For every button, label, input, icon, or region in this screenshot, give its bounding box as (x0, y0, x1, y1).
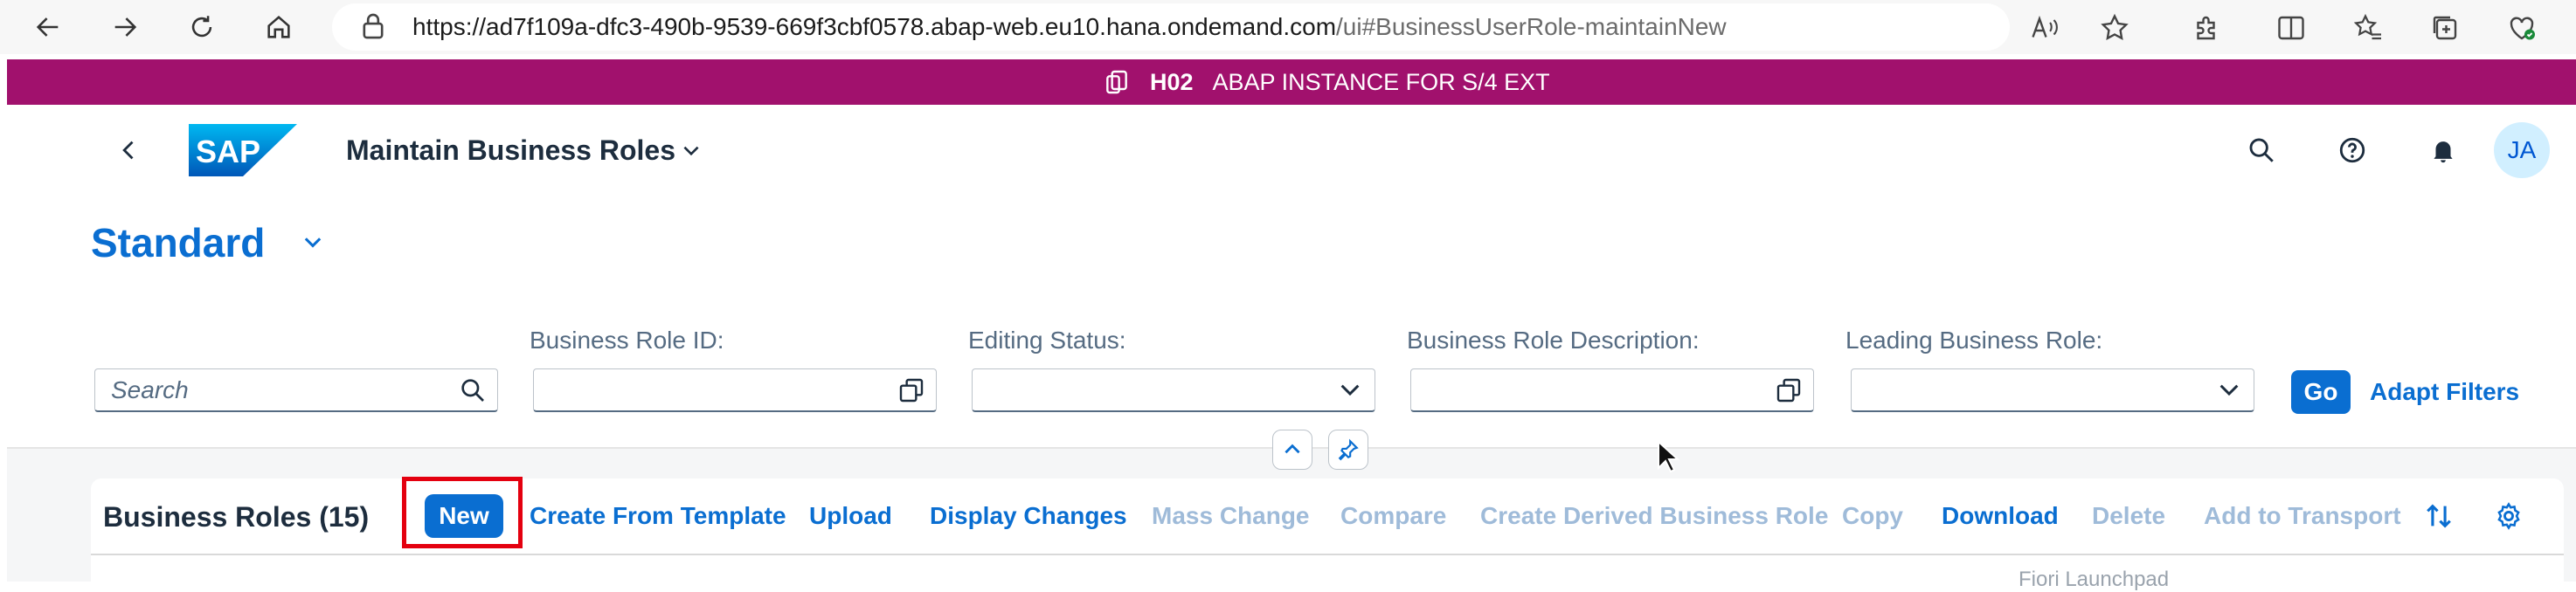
mouse-cursor-icon (1658, 440, 1679, 473)
search-icon[interactable] (459, 376, 487, 404)
app-title[interactable]: Maintain Business Roles (346, 131, 675, 169)
search-placeholder: Search (111, 376, 189, 403)
browser-home-button[interactable] (259, 7, 299, 47)
business-role-description-label: Business Role Description: (1407, 327, 1700, 354)
notifications-button[interactable] (2424, 131, 2462, 169)
search-icon (2249, 138, 2274, 162)
collections-icon (2433, 16, 2457, 40)
system-description: ABAP INSTANCE FOR S/4 EXT (1212, 68, 1550, 95)
tooltip-text: Fiori Launchpad (2019, 568, 2170, 591)
chevron-down-icon[interactable] (1336, 376, 1364, 404)
gear-icon (2497, 502, 2520, 530)
url-text[interactable]: https://ad7f109a-dfc3-490b-9539-669f3cbf… (412, 0, 1727, 54)
bell-icon (2434, 141, 2453, 163)
collapse-header-button[interactable] (1272, 430, 1312, 470)
split-screen-button[interactable] (2274, 10, 2309, 45)
arrow-left-icon (36, 17, 59, 37)
favorite-button[interactable] (2097, 10, 2132, 45)
help-button[interactable] (2333, 131, 2372, 169)
create-from-template-button[interactable]: Create From Template (530, 494, 786, 538)
business-role-id-label: Business Role ID: (530, 327, 724, 354)
puzzle-icon (2197, 16, 2215, 40)
user-avatar[interactable]: JA (2494, 122, 2550, 178)
browser-back-button[interactable] (28, 7, 68, 47)
system-banner-content: H02 ABAP INSTANCE FOR S/4 EXT (1103, 59, 1550, 105)
browser-essentials-button[interactable] (2504, 10, 2539, 45)
display-changes-button[interactable]: Display Changes (930, 494, 1127, 538)
pin-icon (1338, 438, 1359, 461)
copy-button[interactable]: Copy (1842, 494, 1903, 538)
system-copy-icon (1106, 70, 1127, 94)
url-base: https://ad7f109a-dfc3-490b-9539-669f3cbf… (412, 13, 1337, 40)
add-to-transport-button[interactable]: Add to Transport (2204, 494, 2401, 538)
table-header-divider (91, 554, 2564, 555)
browser-forward-button[interactable] (105, 7, 145, 47)
heart-pulse-icon (2510, 17, 2535, 40)
chevron-down-icon[interactable] (2215, 376, 2243, 404)
create-derived-business-role-button[interactable]: Create Derived Business Role (1480, 494, 1828, 538)
system-id: H02 (1150, 68, 1194, 95)
browser-refresh-button[interactable] (182, 7, 222, 47)
delete-button[interactable]: Delete (2092, 494, 2165, 538)
split-screen-icon (2278, 16, 2304, 40)
leading-business-role-label: Leading Business Role: (1845, 327, 2103, 354)
download-button[interactable]: Download (1942, 494, 2059, 538)
read-aloud-icon (2032, 15, 2058, 38)
extensions-button[interactable] (2190, 10, 2225, 45)
leading-business-role-select[interactable] (1851, 368, 2254, 412)
refresh-icon (191, 16, 212, 38)
table-settings-button[interactable] (2490, 498, 2527, 534)
editing-status-select[interactable] (972, 368, 1375, 412)
star-icon (2101, 13, 2129, 41)
business-role-id-input[interactable] (533, 368, 937, 412)
editing-status-label: Editing Status: (968, 327, 1126, 354)
value-help-icon[interactable] (1775, 376, 1803, 404)
help-icon (2339, 137, 2365, 163)
pin-header-button[interactable] (1328, 430, 1368, 470)
search-input[interactable]: Search (94, 368, 498, 412)
compare-button[interactable]: Compare (1340, 494, 1446, 538)
value-help-icon[interactable] (897, 376, 925, 404)
svg-text:SAP: SAP (196, 134, 260, 169)
mass-change-button[interactable]: Mass Change (1152, 494, 1310, 538)
business-role-description-input[interactable] (1410, 368, 1814, 412)
chevron-down-icon[interactable] (680, 140, 703, 162)
arrow-right-icon (114, 17, 137, 37)
read-aloud-button[interactable] (2027, 10, 2062, 45)
chevron-left-icon (122, 141, 134, 160)
chevron-up-icon (1285, 444, 1300, 454)
collections-button[interactable] (2427, 10, 2462, 45)
url-path: /ui#BusinessUserRole-maintainNew (1336, 13, 1727, 40)
sap-logo: SAP (189, 124, 297, 176)
go-button[interactable]: Go (2291, 370, 2351, 414)
lock-icon (363, 13, 384, 39)
upload-button[interactable]: Upload (809, 494, 892, 538)
table-title: Business Roles (15) (103, 501, 370, 533)
shell-search-button[interactable] (2242, 131, 2281, 169)
shell-back-button[interactable] (112, 133, 147, 168)
browser-toolbar: https://ad7f109a-dfc3-490b-9539-669f3cbf… (0, 0, 2576, 54)
variant-chevron-down-icon[interactable] (301, 231, 325, 255)
favorites-icon (2353, 13, 2381, 40)
new-button[interactable]: New (425, 494, 503, 538)
variant-title[interactable]: Standard (91, 217, 265, 269)
sort-icon (2427, 504, 2451, 528)
favorites-bar-button[interactable] (2351, 10, 2386, 45)
adapt-filters-button[interactable]: Adapt Filters (2370, 370, 2519, 414)
system-banner: H02 ABAP INSTANCE FOR S/4 EXT (7, 59, 2576, 105)
home-icon (267, 15, 290, 38)
sort-button[interactable] (2420, 498, 2457, 534)
